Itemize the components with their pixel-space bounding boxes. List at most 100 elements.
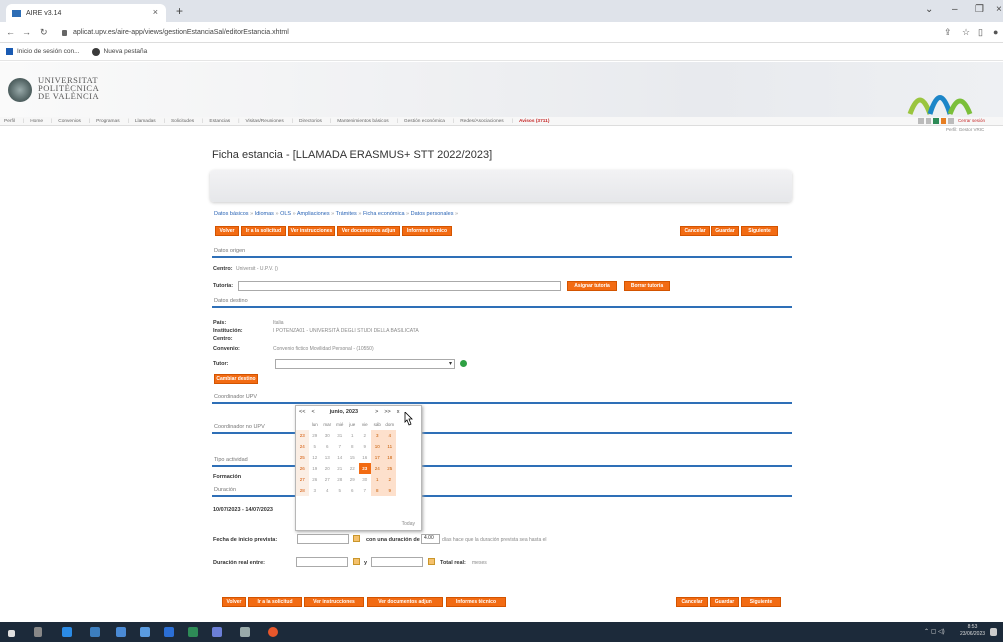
calendar-day[interactable]: 14	[334, 452, 347, 463]
calendar-day[interactable]: 2	[383, 474, 396, 485]
sidebar-icon[interactable]: ▯	[978, 27, 983, 38]
calendar-day[interactable]: 9	[383, 485, 396, 496]
volver-button[interactable]: Volver	[222, 597, 246, 607]
menu-item[interactable]: Convenios	[58, 119, 81, 124]
calendar-day[interactable]: 29	[346, 474, 359, 485]
teams-icon[interactable]	[212, 627, 222, 637]
calendar-day[interactable]: 6	[321, 441, 334, 452]
next-month-button[interactable]: >	[375, 409, 378, 415]
forward-icon[interactable]: →	[22, 27, 31, 37]
notification-icon[interactable]	[990, 628, 997, 636]
university-logo[interactable]: UNIVERSITAT POLITÈCNICA DE VALÈNCIA	[38, 76, 99, 101]
tutor-select[interactable]: ▾	[275, 359, 455, 369]
calendar-icon[interactable]	[353, 535, 360, 542]
menu-item[interactable]: Programas	[96, 119, 119, 124]
breadcrumb-link[interactable]: Ampliaciones	[297, 211, 330, 217]
calendar-icon[interactable]	[428, 558, 435, 565]
breadcrumb-link[interactable]: Datos básicos	[214, 211, 249, 217]
task-view-icon[interactable]	[34, 627, 42, 637]
calendar-day[interactable]: 16	[359, 452, 372, 463]
calendar-day[interactable]: 21	[334, 463, 347, 474]
taskbar-clock[interactable]: 8:53 23/06/2023	[960, 624, 985, 638]
volver-button[interactable]: Volver	[215, 226, 239, 236]
flag-icon[interactable]	[933, 118, 939, 124]
calendar-day[interactable]: 3	[309, 485, 322, 496]
close-window-icon[interactable]: ×	[996, 4, 1002, 15]
calendar-day[interactable]: 10	[371, 441, 384, 452]
prev-year-button[interactable]: <<	[299, 409, 305, 415]
profile-icon[interactable]: ●	[993, 27, 998, 37]
menu-item[interactable]: Visitas/Reuniones	[245, 119, 283, 124]
menu-item[interactable]: Solicitudes	[171, 119, 194, 124]
calendar-day[interactable]: 2	[359, 430, 372, 441]
calendar-day[interactable]: 5	[309, 441, 322, 452]
reload-icon[interactable]: ↻	[40, 27, 48, 38]
prev-month-button[interactable]: <	[311, 409, 314, 415]
upv-app-icon[interactable]	[240, 627, 250, 637]
flag-icon[interactable]	[918, 118, 924, 124]
fecha-inicio-input[interactable]	[297, 534, 349, 544]
bookmark-item[interactable]: Nueva pestaña	[91, 47, 147, 56]
menu-item[interactable]: Directorios	[299, 119, 322, 124]
calendar-day[interactable]: 5	[334, 485, 347, 496]
calendar-day[interactable]: 9	[359, 441, 372, 452]
next-year-button[interactable]: >>	[384, 409, 390, 415]
calendar-day[interactable]: 8	[346, 441, 359, 452]
calendar-day[interactable]: 29	[309, 430, 322, 441]
informes-button[interactable]: Informes técnico	[402, 226, 452, 236]
calendar-day[interactable]: 15	[346, 452, 359, 463]
back-icon[interactable]: ←	[6, 27, 15, 37]
star-icon[interactable]: ☆	[962, 27, 970, 38]
calendar-day[interactable]: 17	[371, 452, 384, 463]
edge-icon[interactable]	[62, 627, 72, 637]
calendar-day[interactable]: 12	[309, 452, 322, 463]
breadcrumb-link[interactable]: Idiomas	[255, 211, 274, 217]
calendar-day[interactable]: 3	[371, 430, 384, 441]
calendar-day[interactable]: 7	[334, 441, 347, 452]
calendar-day[interactable]: 8	[371, 485, 384, 496]
restore-icon[interactable]: ❐	[975, 4, 984, 15]
next-button[interactable]: Siguiente	[741, 226, 778, 236]
ver-instrucciones-button[interactable]: Ver instrucciones	[304, 597, 364, 607]
ver-documentos-button[interactable]: Ver documentos adjun	[367, 597, 443, 607]
chevron-down-icon[interactable]: ⌄	[925, 4, 933, 15]
logout-link[interactable]: Cerrar sesión	[958, 118, 985, 123]
next-button[interactable]: Siguiente	[741, 597, 781, 607]
calendar-day[interactable]: 4	[321, 485, 334, 496]
start-icon[interactable]	[8, 630, 15, 637]
app-icon[interactable]	[140, 627, 150, 637]
calendar-day[interactable]: 25	[383, 463, 396, 474]
menu-item[interactable]: Home	[30, 119, 43, 124]
today-link[interactable]: Today	[402, 521, 415, 527]
tutoria-input[interactable]	[238, 281, 561, 291]
calendar-day[interactable]: 23	[358, 463, 371, 474]
flag-icon[interactable]	[940, 118, 947, 124]
cambiar-destino-button[interactable]: Cambiar destino	[214, 374, 258, 384]
word-icon[interactable]	[164, 627, 174, 637]
calendar-day[interactable]: 13	[321, 452, 334, 463]
explorer-icon[interactable]	[90, 627, 100, 637]
calendar-day[interactable]: 1	[371, 474, 384, 485]
browser-tab[interactable]: AIRE v3.14 ×	[6, 4, 166, 22]
calendar-day[interactable]: 19	[309, 463, 322, 474]
breadcrumb-link[interactable]: OLS	[280, 211, 291, 217]
calendar-icon[interactable]	[353, 558, 360, 565]
add-tutor-icon[interactable]	[460, 360, 467, 367]
duracion-input[interactable]: 4.00	[421, 534, 440, 544]
save-button[interactable]: Guardar	[711, 226, 739, 236]
calendar-close-button[interactable]: x	[397, 409, 400, 415]
calendar-day[interactable]: 22	[346, 463, 359, 474]
borrar-tutoria-button[interactable]: Borrar tutoría	[624, 281, 670, 291]
informes-button[interactable]: Informes técnico	[446, 597, 506, 607]
breadcrumb-link[interactable]: Datos personales	[411, 211, 454, 217]
close-tab-icon[interactable]: ×	[153, 7, 158, 17]
calendar-day[interactable]: 28	[334, 474, 347, 485]
menu-item[interactable]: Estancias	[209, 119, 230, 124]
outlook-icon[interactable]	[116, 627, 126, 637]
menu-item[interactable]: Mantenimientos básicos	[337, 119, 388, 124]
duracion-real-desde-input[interactable]	[296, 557, 348, 567]
chrome-icon[interactable]	[268, 627, 278, 637]
calendar-day[interactable]: 11	[383, 441, 396, 452]
calendar-day[interactable]: 27	[321, 474, 334, 485]
duracion-real-hasta-input[interactable]	[371, 557, 423, 567]
